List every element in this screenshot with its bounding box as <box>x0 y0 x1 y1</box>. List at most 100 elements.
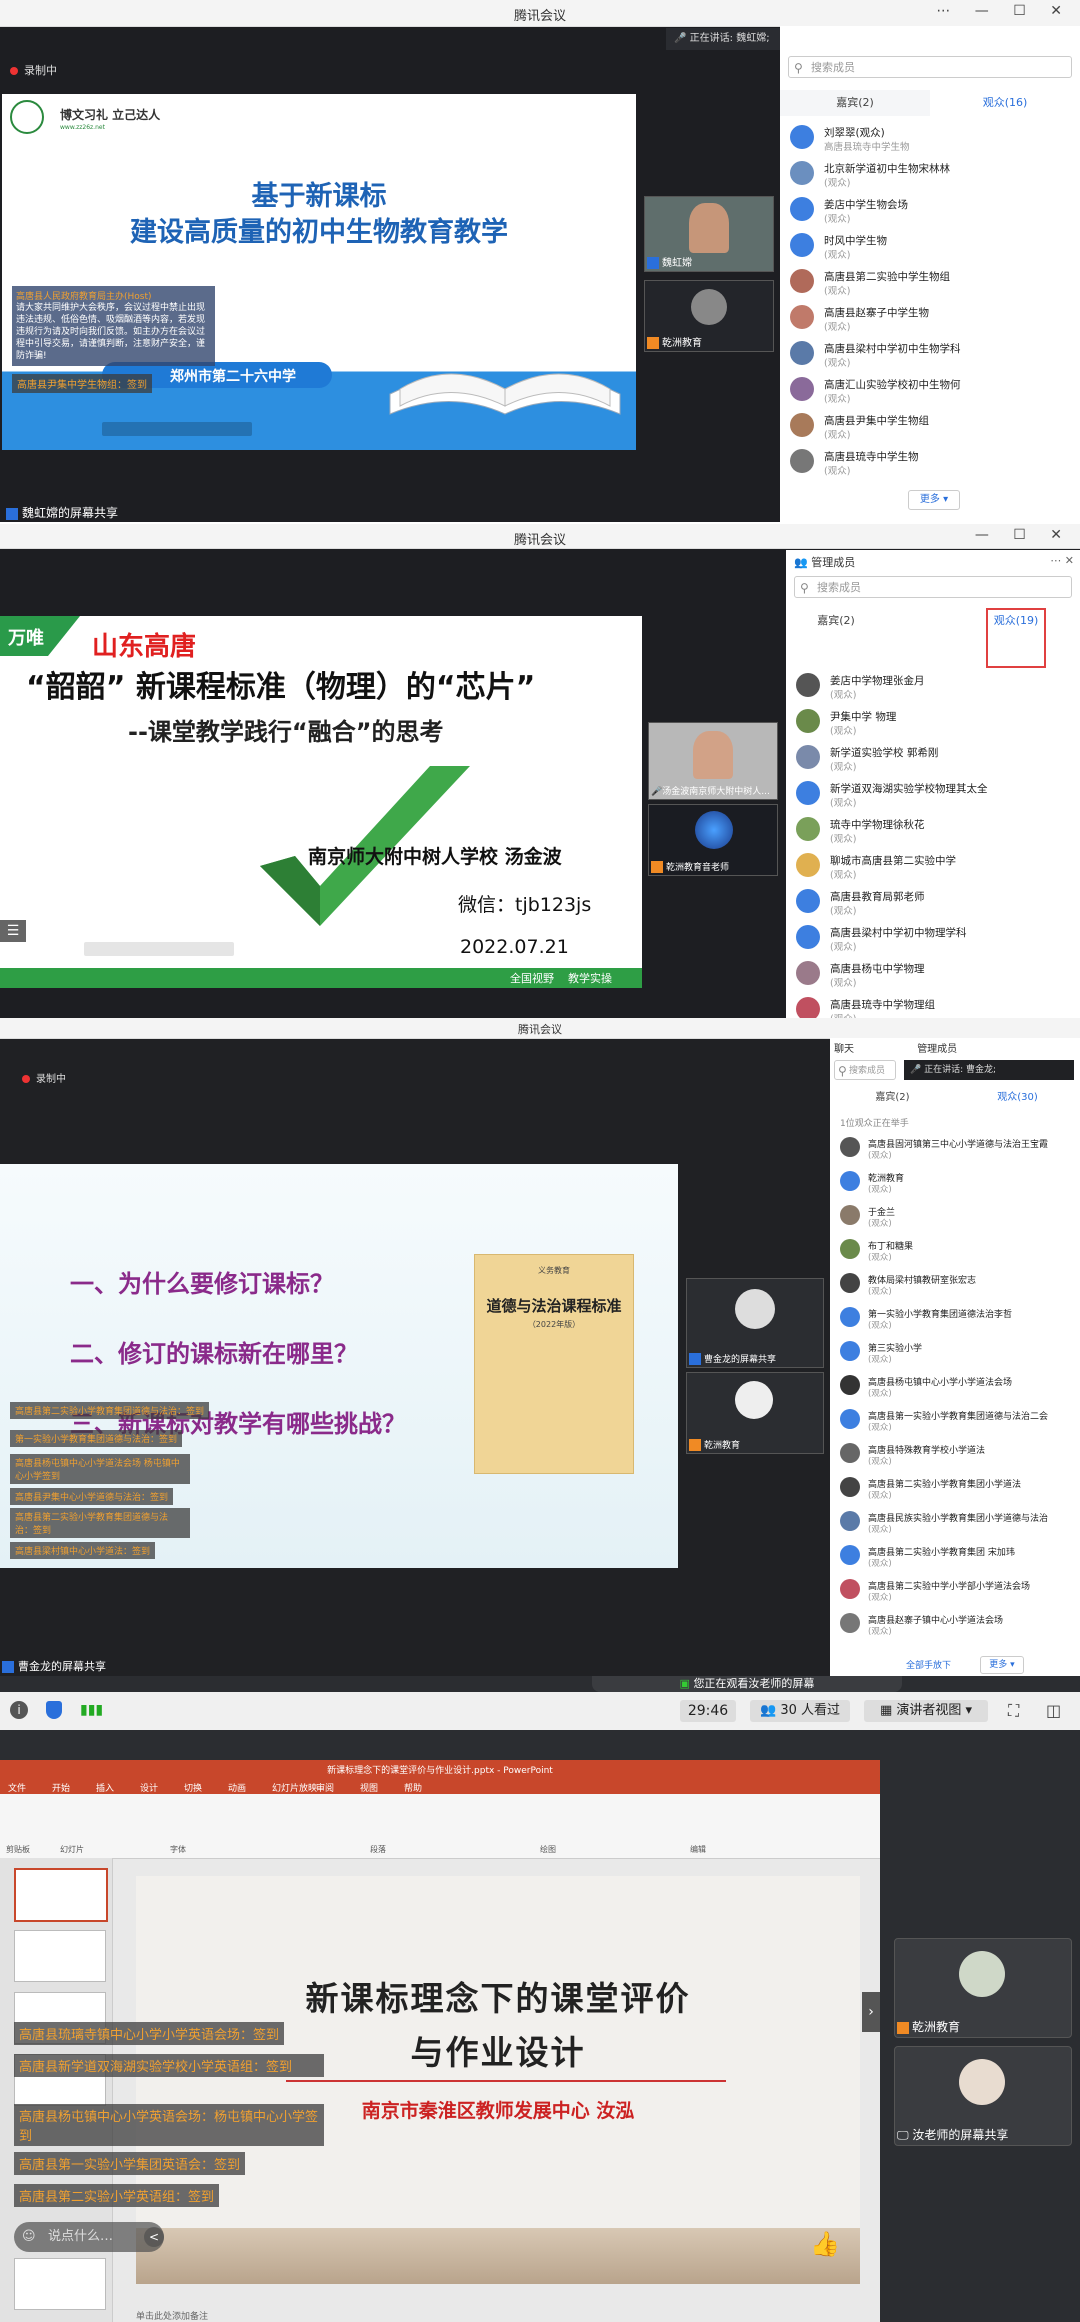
member-row[interactable]: 高唐县琉寺中学物理组(观众) <box>796 994 1074 1018</box>
chat-message: 高唐县琉璃寺镇中心小学小学英语会场：签到 <box>14 2022 285 2045</box>
viewer-count-button[interactable]: 👥 30 人看过 <box>750 1700 850 1722</box>
thumbnail-2[interactable] <box>14 1930 106 1982</box>
more-button[interactable]: 更多 ▾ <box>908 490 960 510</box>
member-search-input[interactable]: ⚲ 搜索成员 <box>794 576 1072 598</box>
shield-icon[interactable] <box>46 1701 62 1719</box>
sidebar-toggle-icon[interactable]: ◫ <box>1046 1701 1061 1720</box>
member-panel: 👥 管理成员 ⋯ ✕ ⚲ 搜索成员 嘉宾(2) 观众(19) 姜店中学物理张金月(… <box>786 550 1080 1018</box>
tab-audience[interactable]: 观众(30) <box>955 1088 1080 1108</box>
video-tile-1[interactable]: 魏虹嫦 <box>644 196 774 272</box>
window-controls[interactable]: — ☐ ✕ <box>975 527 1072 543</box>
video-tile-1[interactable]: 乾洲教育 <box>894 1938 1072 2038</box>
chat-close-icon[interactable]: < <box>144 2227 164 2247</box>
member-row[interactable]: 北京新学道初中生物宋林林 (观众) <box>790 158 1074 192</box>
member-row[interactable]: 高唐县教育局郭老师 (观众) <box>796 886 1074 920</box>
video-tile-1[interactable]: 🎤汤金波南京师大附中树人... <box>648 722 778 800</box>
viewing-banner: ▣ 您正在观看汝老师的屏幕 <box>592 1676 902 1692</box>
video-tile-1[interactable]: 曹金龙的屏幕共享 <box>686 1278 824 1368</box>
tab-guests[interactable]: 嘉宾(2) <box>780 90 930 116</box>
member-row[interactable]: 高唐县第二实验中学小学部小学道法会场 (观众) <box>840 1576 1074 1608</box>
member-row[interactable]: 高唐县民族实验小学教育集团小学道德与法治 (观众) <box>840 1508 1074 1540</box>
member-row[interactable]: 第三实验小学 (观众) <box>840 1338 1074 1370</box>
tab-guests[interactable]: 嘉宾(2) <box>786 608 886 634</box>
member-row[interactable]: 于金兰 (观众) <box>840 1202 1074 1234</box>
chat-input[interactable]: ☺ 说点什么… <box>14 2222 164 2252</box>
ribbon-tab[interactable]: 幻灯片放映 <box>272 1781 317 1794</box>
member-row[interactable]: 布丁和糖果 (观众) <box>840 1236 1074 1268</box>
ribbon-tab[interactable]: 切换 <box>184 1781 202 1794</box>
menu-icon[interactable]: ☰ <box>0 920 26 942</box>
member-row[interactable]: 高唐县赵寨子中学生物 (观众) <box>790 302 1074 336</box>
thumbnail-5[interactable] <box>14 2258 106 2310</box>
member-search-input[interactable]: ⚲ 搜索成员 <box>788 56 1072 78</box>
slide-mini-toolbar[interactable] <box>84 942 234 956</box>
ppt-title: 新课标理念下的课堂评价与作业设计.pptx - PowerPoint <box>327 1766 553 1776</box>
member-row[interactable]: 时风中学生物 (观众) <box>790 230 1074 264</box>
mic-icon: 🎤 <box>651 787 663 797</box>
member-row[interactable]: 刘翠翠(观众) 高唐县琉寺中学生物 <box>790 122 1074 156</box>
member-row[interactable]: 高唐县第一实验小学教育集团道德与法治二会 (观众) <box>840 1406 1074 1438</box>
ribbon-tab[interactable]: 审阅 <box>316 1781 334 1794</box>
member-row[interactable]: 高唐汇山实验学校初中生物何 (观众) <box>790 374 1074 408</box>
thumbnail-1[interactable] <box>14 1868 108 1922</box>
presentation-toolbar[interactable] <box>102 422 252 436</box>
emoji-icon[interactable]: ☺ <box>22 2222 36 2252</box>
member-row[interactable]: 琉寺中学物理徐秋花 (观众) <box>796 814 1074 848</box>
ribbon-tab[interactable]: 设计 <box>140 1781 158 1794</box>
ribbon-tab[interactable]: 文件 <box>8 1781 26 1794</box>
avatar <box>840 1579 860 1599</box>
notes-bar[interactable]: 单击此处添加备注 <box>136 2304 860 2322</box>
member-row[interactable]: 聊城市高唐县第二实验中学 (观众) <box>796 850 1074 884</box>
member-row[interactable]: 高唐县梁村中学初中生物学科 (观众) <box>790 338 1074 372</box>
view-mode-dropdown[interactable]: ▦ 演讲者视图 ▾ <box>864 1700 988 1722</box>
member-row[interactable]: 尹集中学 物理 (观众) <box>796 706 1074 740</box>
member-row[interactable]: 高唐县第二实验小学教育集团小学道法 (观众) <box>840 1474 1074 1506</box>
member-row[interactable]: 高唐县杨屯中学物理 (观众) <box>796 958 1074 992</box>
thumbs-up-icon[interactable]: 👍 <box>810 2230 840 2258</box>
ribbon-tab[interactable]: 开始 <box>52 1781 70 1794</box>
member-row[interactable]: 高唐县赵寨子镇中心小学道法会场 (观众) <box>840 1610 1074 1642</box>
member-row[interactable]: 新学道实验学校 郭希刚 (观众) <box>796 742 1074 776</box>
panel-controls[interactable]: ⋯ ✕ <box>1050 554 1074 567</box>
member-row[interactable]: 高唐县第二实验小学教育集团 宋加玮 (观众) <box>840 1542 1074 1574</box>
member-row[interactable]: 高唐县特殊教育学校小学道法 (观众) <box>840 1440 1074 1472</box>
collapse-handle[interactable]: › <box>862 1992 880 2032</box>
info-icon[interactable]: i <box>10 1701 28 1719</box>
lower-all-hands-button[interactable]: 全部手放下 <box>906 1658 951 1671</box>
member-row[interactable]: 乾洲教育 (观众) <box>840 1168 1074 1200</box>
tab-manage[interactable]: 管理成员 <box>917 1044 957 1055</box>
more-button[interactable]: 更多 ▾ <box>980 1656 1024 1674</box>
member-row[interactable]: 姜店中学生物会场 (观众) <box>790 194 1074 228</box>
ribbon-tab[interactable]: 帮助 <box>404 1781 422 1794</box>
speaking-bar: 🎤 正在讲话: 曹金龙; <box>904 1060 1074 1080</box>
ribbon-tab[interactable]: 插入 <box>96 1781 114 1794</box>
member-row[interactable]: 高唐县尹集中学生物组 (观众) <box>790 410 1074 444</box>
slide-line1: 新课标理念下的课堂评价 <box>305 1979 691 2018</box>
member-row[interactable]: 姜店中学物理张金月 (观众) <box>796 670 1074 704</box>
member-row[interactable]: 新学道双海湖实验学校物理其太全 (观众) <box>796 778 1074 812</box>
member-row[interactable]: 教体局梁村镇教研室张宏志 (观众) <box>840 1270 1074 1302</box>
slide-subtitle: --课堂教学践行“融合”的思考 <box>128 718 444 746</box>
tab-audience[interactable]: 观众(16) <box>930 90 1080 116</box>
member-row[interactable]: 高唐县琉寺中学生物 (观众) <box>790 446 1074 480</box>
video-tile-2[interactable]: 乾洲教育音老师 <box>648 804 778 876</box>
tab-audience[interactable]: 观众(19) <box>986 608 1046 668</box>
member-row[interactable]: 高唐县第二实验中学生物组 (观众) <box>790 266 1074 300</box>
tab-guests[interactable]: 嘉宾(2) <box>830 1088 955 1108</box>
video-tile-2[interactable]: 乾洲教育 <box>686 1372 824 1454</box>
member-search-input[interactable]: ⚲ 搜索成员 <box>834 1060 896 1080</box>
window-controls[interactable]: ⋯ — ☐ ✕ <box>936 3 1072 19</box>
fullscreen-icon[interactable]: ⛶ <box>1008 1701 1019 1721</box>
book-cover: 义务教育 道德与法治课程标准 （2022年版） <box>474 1254 634 1474</box>
video-tile-2[interactable]: 🖵 汝老师的屏幕共享 <box>894 2046 1072 2146</box>
member-row[interactable]: 高唐县梁村中学初中物理学科 (观众) <box>796 922 1074 956</box>
slide-school: 郑州市第二十六中学 <box>170 369 296 385</box>
tab-chat[interactable]: 聊天 <box>834 1044 854 1055</box>
member-row[interactable]: 第一实验小学教育集团道德法治李哲 (观众) <box>840 1304 1074 1336</box>
member-row[interactable]: 高唐县杨屯镇中心小学小学道法会场 (观众) <box>840 1372 1074 1404</box>
member-row[interactable]: 高唐县固河镇第三中心小学道德与法治王宝霞 (观众) <box>840 1134 1074 1166</box>
ribbon-tab[interactable]: 动画 <box>228 1781 246 1794</box>
video-tile-2[interactable]: 乾洲教育 <box>644 280 774 352</box>
avatar <box>695 811 733 849</box>
ribbon-tab[interactable]: 视图 <box>360 1781 378 1794</box>
